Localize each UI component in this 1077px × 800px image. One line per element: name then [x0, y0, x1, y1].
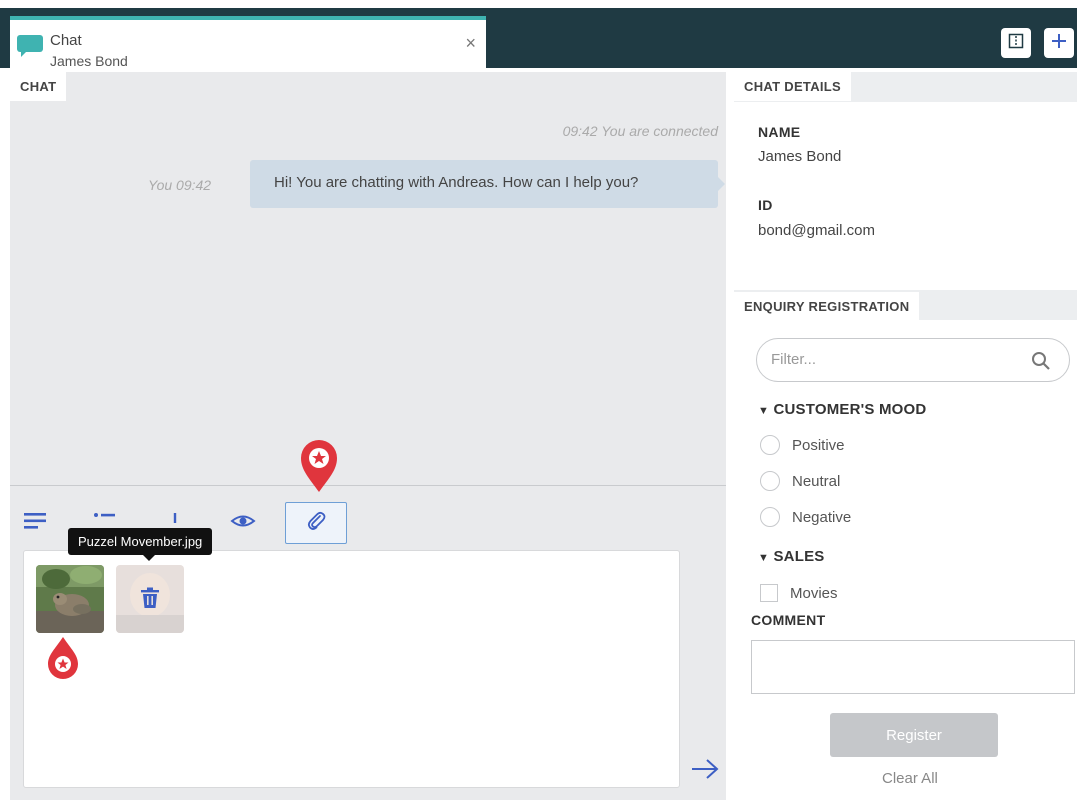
trash-icon[interactable] — [140, 587, 160, 614]
option-positive[interactable]: Positive — [760, 434, 845, 456]
tab-subtitle: James Bond — [50, 53, 128, 69]
caret-down-icon: ▼ — [758, 552, 770, 564]
attach-file-button[interactable] — [285, 502, 347, 544]
chat-details-label: CHAT DETAILS — [734, 72, 851, 101]
app-root: Chat James Bond × CHAT 09:42 You are con… — [0, 0, 1077, 800]
comment-label: COMMENT — [751, 612, 826, 628]
checkbox[interactable] — [760, 584, 778, 602]
arrow-right-icon — [690, 757, 720, 786]
group-label: CUSTOMER'S MOOD — [773, 401, 927, 418]
id-label: ID — [758, 197, 773, 213]
message-text: Hi! You are chatting with Andreas. How c… — [274, 174, 639, 191]
tooltip-arrow — [143, 555, 155, 561]
text-format-icon — [23, 511, 47, 536]
comment-field[interactable] — [751, 640, 1075, 694]
option-label: Movies — [790, 584, 838, 602]
filter-field — [756, 338, 1070, 382]
chat-bubble-icon — [16, 34, 44, 57]
preview-button[interactable] — [228, 508, 258, 538]
option-movies[interactable]: Movies — [760, 582, 838, 604]
name-label: NAME — [758, 124, 801, 140]
chat-section-label: CHAT — [10, 72, 67, 101]
group-label: SALES — [773, 548, 825, 565]
preview-eye-icon — [230, 512, 256, 535]
option-label: Positive — [792, 436, 845, 454]
system-message: 09:42 You are connected — [562, 123, 718, 139]
attachment-thumbnail-delete[interactable] — [116, 565, 184, 633]
text-format-button[interactable] — [20, 508, 50, 538]
highlight-marker-icon — [46, 635, 80, 686]
register-button[interactable]: Register — [830, 713, 998, 757]
option-negative[interactable]: Negative — [760, 506, 851, 528]
clear-all-link[interactable]: Clear All — [882, 770, 938, 787]
option-neutral[interactable]: Neutral — [760, 470, 840, 492]
split-view-button[interactable] — [1001, 28, 1031, 58]
option-label: Neutral — [792, 472, 841, 490]
highlight-marker-icon — [299, 438, 339, 499]
attachment-tooltip: Puzzel Movember.jpg — [68, 528, 213, 561]
radio-button[interactable] — [760, 471, 780, 491]
split-view-icon — [1008, 33, 1024, 54]
filter-input[interactable] — [771, 351, 1021, 368]
enquiry-registration-label: ENQUIRY REGISTRATION — [734, 292, 920, 321]
chat-panel: CHAT 09:42 You are connected You 09:42 H… — [10, 72, 726, 485]
bubble-tail — [718, 177, 725, 191]
group-customers-mood[interactable]: ▼ CUSTOMER'S MOOD — [758, 401, 926, 418]
send-button[interactable] — [688, 754, 722, 788]
radio-button[interactable] — [760, 435, 780, 455]
top-bar: Chat James Bond × — [0, 8, 1077, 75]
composer: Puzzel Movember.jpg — [10, 485, 726, 800]
attachment-thumbnail-image[interactable] — [36, 565, 104, 633]
name-value: James Bond — [758, 148, 842, 165]
id-value: bond@gmail.com — [758, 222, 875, 239]
message-bubble: Hi! You are chatting with Andreas. How c… — [250, 160, 725, 208]
tab-title: Chat — [50, 32, 82, 49]
option-label: Negative — [792, 508, 852, 526]
tab-chat-james-bond[interactable]: Chat James Bond × — [10, 16, 486, 75]
tab-close-icon[interactable]: × — [465, 34, 476, 52]
add-tab-button[interactable] — [1044, 28, 1074, 58]
group-sales[interactable]: ▼ SALES — [758, 548, 824, 565]
radio-button[interactable] — [760, 507, 780, 527]
message-meta: You 09:42 — [148, 177, 212, 193]
enquiry-card: ▼ CUSTOMER'S MOOD Positive Neutral Negat… — [734, 320, 1077, 800]
paperclip-icon — [305, 510, 327, 537]
plus-icon — [1050, 32, 1068, 55]
right-panel: CHAT DETAILS NAME James Bond ID bond@gma… — [734, 72, 1077, 800]
search-icon[interactable] — [1031, 351, 1051, 376]
tooltip-text: Puzzel Movember.jpg — [78, 534, 203, 549]
message-input[interactable] — [23, 550, 680, 788]
caret-down-icon: ▼ — [758, 405, 770, 417]
chat-details-card: NAME James Bond ID bond@gmail.com — [734, 102, 1077, 290]
